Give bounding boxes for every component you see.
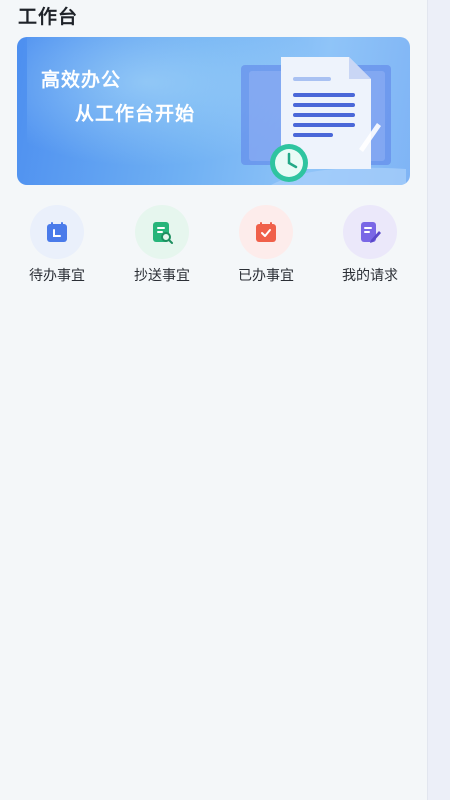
quick-action-my-requests[interactable]: 我的请求 (330, 205, 410, 290)
edit-document-icon (343, 205, 397, 259)
banner-headline: 高效办公 (41, 69, 122, 91)
workbench-page: 工作台 高效办公 从工作台开始 待办事宜 抄送事宜 已办事宜 我的请求 (0, 0, 428, 800)
calendar-check-icon (239, 205, 293, 259)
quick-actions: 待办事宜 抄送事宜 已办事宜 我的请求 (0, 205, 427, 295)
document-search-icon (135, 205, 189, 259)
quick-action-label: 我的请求 (342, 268, 398, 284)
quick-action-cc[interactable]: 抄送事宜 (122, 205, 202, 290)
calendar-clock-icon (30, 205, 84, 259)
document-clock-illustration (241, 57, 406, 185)
quick-action-label: 待办事宜 (29, 268, 85, 284)
quick-action-label: 已办事宜 (238, 268, 294, 284)
page-title: 工作台 (18, 6, 79, 28)
quick-action-label: 抄送事宜 (134, 268, 190, 284)
promo-banner[interactable]: 高效办公 从工作台开始 (17, 37, 410, 185)
side-panel-edge (428, 0, 450, 800)
quick-action-done[interactable]: 已办事宜 (226, 205, 306, 290)
banner-subheadline: 从工作台开始 (75, 103, 196, 125)
quick-action-todo[interactable]: 待办事宜 (17, 205, 97, 290)
